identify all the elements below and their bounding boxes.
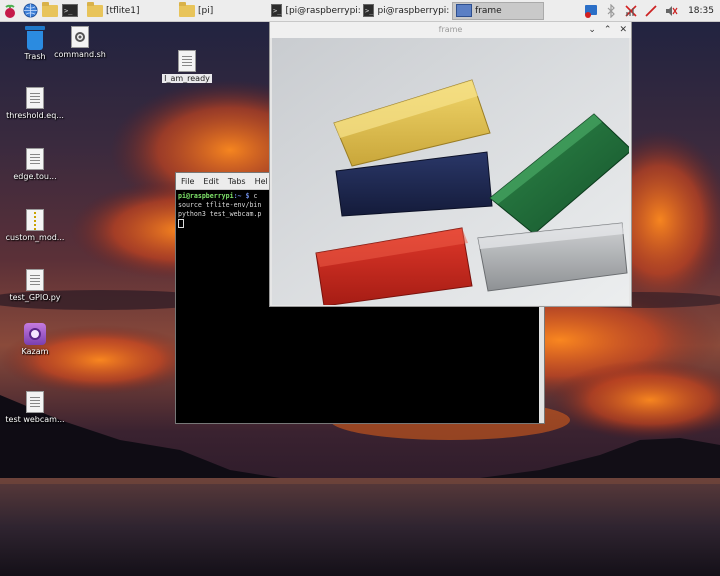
taskbar-item-tflite1[interactable]: [tflite1] (84, 1, 176, 20)
terminal-icon: >_ (271, 4, 283, 17)
kazam-icon (24, 323, 46, 345)
raspberry-menu-button[interactable] (0, 1, 20, 21)
taskbar-item-terminal-1[interactable]: >_ [pi@raspberrypi:... (268, 2, 360, 20)
pen-glyph (645, 4, 657, 17)
desktop-icon-test-gpio[interactable]: test_GPIO.py (3, 269, 67, 302)
gear-icon (71, 26, 89, 48)
text-file-icon (26, 269, 44, 291)
terminal-command: c (249, 192, 258, 200)
folder-icon (179, 1, 195, 17)
trash-icon (25, 26, 45, 50)
prompt-path: :~ $ (233, 192, 250, 200)
frame-window[interactable]: frame ⌄ ⌃ ✕ (269, 20, 632, 307)
desktop-icon-label: Kazam (21, 347, 49, 356)
taskbar-item-terminal-2[interactable]: >_ pi@raspberrypi: ~ (360, 2, 452, 20)
raspberry-icon (5, 4, 15, 18)
desktop-icon-label: command.sh (54, 50, 106, 59)
frame-titlebar[interactable]: frame ⌄ ⌃ ✕ (270, 21, 631, 38)
desktop-icon-label: I_am_ready (162, 74, 212, 83)
desktop-icon-label: test webcam... (5, 415, 65, 424)
menu-help[interactable]: Hel (255, 177, 268, 186)
task-label: [pi] (198, 5, 214, 16)
desktop-icon-custom-model[interactable]: custom_mod... (3, 209, 67, 242)
menu-edit[interactable]: Edit (203, 177, 219, 186)
task-label: frame (475, 5, 502, 16)
taskbar: >_ [tflite1] [pi] >_ [pi@raspberrypi:...… (0, 0, 720, 22)
folder-icon (42, 1, 58, 17)
terminal-line: source tflite-env/bin (178, 201, 262, 209)
desktop-icon-label: threshold.eq... (6, 111, 64, 120)
volume-icon[interactable] (664, 4, 678, 18)
text-file-icon (26, 391, 44, 413)
gear-glyph (75, 32, 85, 42)
volume-muted-glyph (666, 5, 678, 16)
webcam-image (272, 38, 629, 305)
terminal-icon: >_ (363, 4, 375, 17)
network-icon[interactable] (624, 4, 638, 18)
archive-icon (26, 209, 44, 231)
text-file-icon (26, 148, 44, 170)
terminal-line: python3 test_webcam.p (178, 210, 262, 218)
desktop-icon-command-sh[interactable]: command.sh (48, 26, 112, 59)
vnc-icon[interactable] (584, 4, 598, 18)
system-tray: 18:35 (584, 3, 720, 18)
close-icon[interactable]: ✕ (619, 25, 627, 35)
web-browser-launcher[interactable] (20, 1, 40, 21)
task-label: pi@raspberrypi: ~ (377, 5, 452, 16)
text-file-icon (26, 87, 44, 109)
task-label: [pi@raspberrypi:... (285, 5, 360, 16)
taskbar-item-frame[interactable]: frame (452, 1, 544, 20)
desktop-icon-edge[interactable]: edge.tou... (3, 148, 67, 181)
window-icon (456, 4, 472, 17)
minimize-icon[interactable]: ⌄ (588, 25, 596, 35)
vnc-glyph (585, 4, 598, 18)
file-manager-launcher[interactable] (40, 1, 60, 21)
maximize-icon[interactable]: ⌃ (604, 25, 612, 35)
globe-icon (22, 3, 38, 18)
terminal-cursor (178, 219, 184, 228)
desktop-icon-kazam[interactable]: Kazam (3, 323, 67, 356)
menu-tabs[interactable]: Tabs (228, 177, 246, 186)
bluetooth-icon[interactable] (604, 3, 618, 18)
terminal-icon: >_ (62, 4, 78, 17)
desktop-icon-test-webcam[interactable]: test webcam... (3, 391, 67, 424)
webcam-frame (272, 38, 629, 305)
folder-icon (87, 1, 103, 17)
task-label: [tflite1] (106, 5, 140, 16)
desktop-icon-label: Trash (24, 52, 46, 61)
desktop-icon-threshold[interactable]: threshold.eq... (3, 87, 67, 120)
clock[interactable]: 18:35 (688, 6, 714, 16)
window-title: frame (438, 25, 463, 34)
menu-file[interactable]: File (181, 177, 194, 186)
desktop-icon-label: custom_mod... (5, 233, 65, 242)
bluetooth-glyph (607, 3, 615, 18)
prompt-user: pi@raspberrypi (178, 192, 234, 200)
terminal-launcher[interactable]: >_ (60, 1, 80, 21)
desktop-icon-label: test_GPIO.py (9, 293, 61, 302)
desktop-icon-label: edge.tou... (13, 172, 57, 181)
window-controls: ⌄ ⌃ ✕ (588, 21, 627, 38)
taskbar-item-pi[interactable]: [pi] (176, 1, 268, 20)
text-file-icon (178, 50, 196, 72)
desktop-icon-i-am-ready[interactable]: I_am_ready (155, 50, 219, 83)
network-off-glyph (625, 4, 637, 17)
pen-icon[interactable] (644, 4, 658, 18)
